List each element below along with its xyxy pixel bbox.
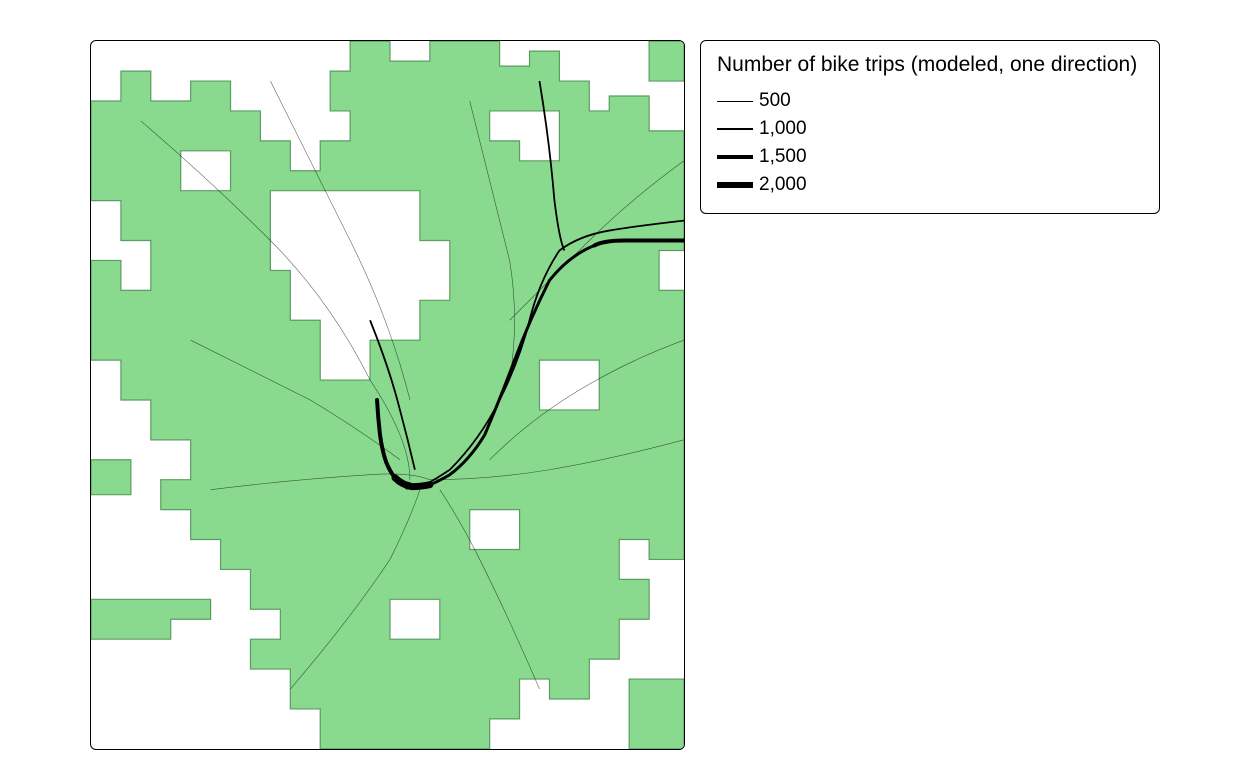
legend-item: 1,500: [717, 143, 1143, 171]
legend-label: 1,500: [759, 146, 807, 168]
region-layer: [91, 41, 684, 749]
legend-title: Number of bike trips (modeled, one direc…: [717, 53, 1143, 77]
legend-item: 1,000: [717, 115, 1143, 143]
map-canvas: [91, 41, 684, 749]
legend-line-2000: [717, 182, 753, 188]
legend-line-500: [717, 101, 753, 102]
map-frame: [90, 40, 685, 750]
legend-label: 500: [759, 90, 791, 112]
legend-line-1500: [717, 155, 753, 159]
legend-item: 500: [717, 87, 1143, 115]
legend-label: 1,000: [759, 118, 807, 140]
legend-label: 2,000: [759, 174, 807, 196]
legend: Number of bike trips (modeled, one direc…: [700, 40, 1160, 214]
hub-node: [404, 482, 412, 490]
legend-item: 2,000: [717, 171, 1143, 199]
legend-line-1000: [717, 128, 753, 130]
